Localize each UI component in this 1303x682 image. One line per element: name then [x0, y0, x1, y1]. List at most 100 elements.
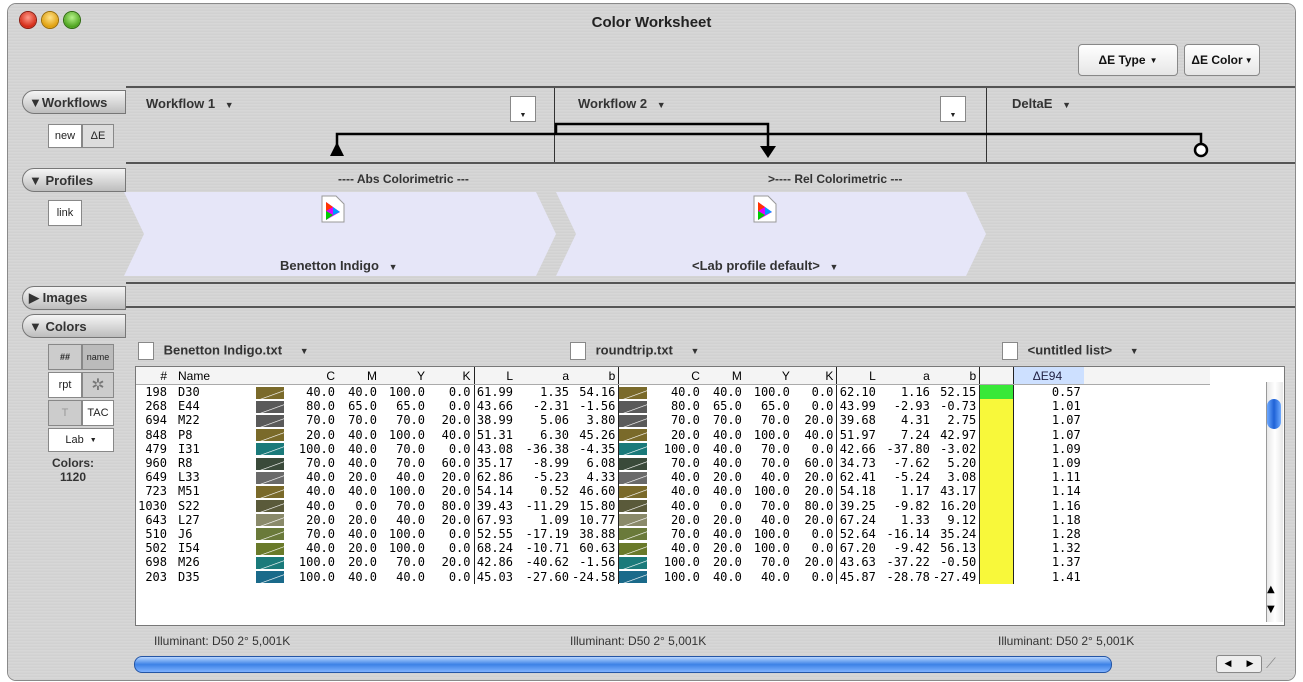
col-header-name[interactable]: Name [170, 367, 256, 385]
scroll-left-arrow-icon[interactable]: ◀ [1225, 659, 1232, 669]
cell-y2: 100.0 [753, 385, 790, 400]
cell-k: 20.0 [441, 512, 471, 527]
col-header-a[interactable]: a [516, 367, 572, 385]
cell-m2: 65.0 [712, 399, 742, 414]
cell-number: 510 [145, 526, 167, 541]
table-row[interactable]: 723 M51 40.0 40.0 100.0 20.0 54.14 0.52 46.60 40.… [136, 484, 1210, 499]
list-3-selector[interactable]: <untitled list> ▼ [1002, 342, 1139, 360]
col-header-y2[interactable]: Y [744, 367, 793, 385]
cell-c2: 70.0 [670, 526, 700, 541]
cell-c: 70.0 [306, 413, 335, 428]
cell-l2: 45.87 [836, 569, 879, 584]
list-1-selector[interactable]: Benetton Indigo.txt ▼ [138, 342, 309, 360]
col-header-c[interactable]: C [290, 367, 338, 385]
cell-b: 38.88 [579, 526, 616, 541]
table-row[interactable]: 479 I31 100.0 40.0 70.0 0.0 43.08 -36.38 -4.35 10… [136, 441, 1210, 456]
repeat-button[interactable]: rpt [48, 372, 82, 398]
col-header-a2[interactable]: a [878, 367, 933, 385]
col-header-l[interactable]: L [473, 367, 516, 385]
cell-delta-marker [979, 413, 1014, 428]
table-row[interactable]: 268 E44 80.0 65.0 65.0 0.0 43.66 -2.31 -1.56 80.0… [136, 399, 1210, 414]
source-profile-selector[interactable]: Benetton Indigo ▼ [280, 258, 397, 273]
cell-spacer [1084, 527, 1210, 541]
col-header-b[interactable]: b [572, 367, 619, 385]
col-header-m[interactable]: M [338, 367, 380, 385]
scroll-right-arrow-icon[interactable]: ▶ [1247, 659, 1254, 669]
col-header-y[interactable]: Y [380, 367, 428, 385]
gear-icon[interactable]: ✲ [82, 372, 114, 398]
source-profile-label: Benetton Indigo [280, 258, 379, 273]
scroll-up-arrow-icon[interactable]: ▲ [1267, 584, 1275, 595]
cell-c2: 40.0 [670, 385, 700, 400]
cell-l2: 67.20 [836, 541, 879, 556]
horizontal-scroll-arrows[interactable]: ◀ ▶ [1216, 655, 1262, 673]
cell-a2: -16.14 [886, 526, 930, 541]
color-swatch-icon [256, 571, 284, 584]
cell-b: 10.77 [579, 512, 616, 527]
cell-m2: 40.0 [712, 456, 742, 471]
horizontal-scrollbar[interactable] [134, 656, 1112, 673]
cell-swatch [618, 541, 653, 556]
cell-name: P8 [178, 427, 193, 442]
col-header-l2[interactable]: L [836, 367, 879, 385]
cell-k: 80.0 [441, 498, 471, 513]
color-swatch-icon [619, 386, 648, 399]
table-row[interactable]: 643 L27 20.0 20.0 40.0 20.0 67.93 1.09 10.77 20.0… [136, 512, 1210, 527]
cell-c2: 40.0 [670, 470, 700, 485]
table-row[interactable]: 203 D35 100.0 40.0 40.0 0.0 45.03 -27.60 -24.58 1… [136, 569, 1210, 584]
table-row[interactable]: 1030 S22 40.0 0.0 70.0 80.0 39.43 -11.29 15.80 40… [136, 498, 1210, 513]
cell-l: 39.43 [473, 498, 516, 513]
cell-delta-e94: 1.41 [1013, 569, 1084, 584]
cell-k: 0.0 [448, 441, 471, 456]
cell-swatch [618, 555, 653, 570]
scroll-down-arrow-icon[interactable]: ▼ [1267, 604, 1275, 615]
cell-a: -36.38 [525, 441, 569, 456]
dropdown-arrow-icon: ▼ [388, 262, 398, 272]
col-header-k2[interactable]: K [792, 367, 837, 385]
cell-k2: 40.0 [804, 427, 834, 442]
tac-button[interactable]: TAC [82, 400, 114, 426]
col-header-delta-e94[interactable]: ΔE94 [1013, 367, 1084, 385]
col-header-number[interactable]: # [136, 367, 170, 385]
colors-tab[interactable]: ▼ Colors [22, 314, 126, 338]
number-column-button[interactable]: ## [48, 344, 82, 370]
cell-number: 643 [145, 512, 167, 527]
cell-swatch [618, 484, 653, 499]
images-tab[interactable]: ▶ Images [22, 286, 126, 310]
cell-delta-marker [979, 399, 1014, 414]
table-row[interactable]: 198 D30 40.0 40.0 100.0 0.0 61.99 1.35 54.16 40.0… [136, 384, 1210, 400]
cell-delta-marker [979, 541, 1014, 556]
table-row[interactable]: 510 J6 70.0 40.0 100.0 0.0 52.55 -17.19 38.88 70.… [136, 526, 1210, 542]
col-header-k[interactable]: K [428, 367, 474, 385]
name-column-button[interactable]: name [82, 344, 114, 370]
col-header-b2[interactable]: b [932, 367, 980, 385]
col-header-m2[interactable]: M [702, 367, 745, 385]
vertical-scroll-thumb[interactable] [1267, 399, 1281, 429]
table-row[interactable]: 502 I54 40.0 20.0 100.0 0.0 68.24 -10.71 60.63 40… [136, 541, 1210, 556]
cell-b2: 52.15 [940, 385, 977, 400]
dropdown-arrow-icon: ▼ [690, 346, 700, 357]
cell-y2: 100.0 [753, 526, 790, 541]
cell-m2: 20.0 [712, 470, 742, 485]
resize-grip-icon[interactable]: ⟋ [1266, 656, 1286, 674]
cell-c2: 40.0 [670, 541, 700, 556]
table-row[interactable]: 694 M22 70.0 70.0 70.0 20.0 38.99 5.06 3.80 70.0 7… [136, 413, 1210, 428]
t-button[interactable]: T [48, 400, 82, 426]
table-row[interactable]: 848 P8 20.0 40.0 100.0 40.0 51.31 6.30 45.26 20.0… [136, 427, 1210, 442]
col-header-c2[interactable]: C [652, 367, 703, 385]
cell-k2: 0.0 [811, 441, 834, 456]
profile-chevrons [124, 192, 986, 276]
table-row[interactable]: 960 R8 70.0 40.0 70.0 60.0 35.17 -8.99 6.08 70.0 4… [136, 455, 1210, 471]
color-space-selector[interactable]: Lab ▼ [48, 428, 114, 452]
table-row[interactable]: 649 L33 40.0 20.0 40.0 20.0 62.86 -5.23 4.33 40.0… [136, 470, 1210, 485]
table-row[interactable]: 698 M26 100.0 20.0 70.0 20.0 42.86 -40.62 -1.56 1… [136, 555, 1210, 570]
color-data-table[interactable]: # Name C M Y K L a b C M Y K L a b ΔE94 … [135, 366, 1285, 626]
cell-delta-e94: 1.09 [1013, 441, 1084, 456]
color-profile-icon [318, 194, 346, 224]
cell-name: R8 [178, 456, 193, 471]
destination-profile-selector[interactable]: <Lab profile default> ▼ [692, 258, 838, 273]
list-2-selector[interactable]: roundtrip.txt ▼ [570, 342, 699, 360]
cell-b2: 9.12 [947, 512, 977, 527]
cell-l2: 39.25 [836, 498, 879, 513]
cell-y: 100.0 [388, 427, 425, 442]
